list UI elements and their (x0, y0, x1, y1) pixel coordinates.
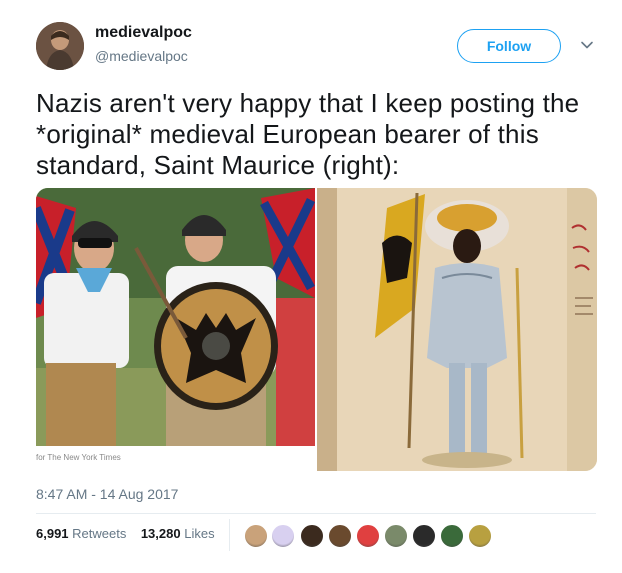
liker-avatar[interactable] (384, 524, 408, 548)
divider-top (36, 513, 596, 514)
author-avatar[interactable] (36, 22, 84, 70)
liker-avatar[interactable] (328, 524, 352, 548)
liker-avatar[interactable] (300, 524, 324, 548)
painting-saint-maurice-icon[interactable] (317, 188, 597, 471)
tweet-media: for The New York Times (36, 188, 597, 471)
liker-avatar[interactable] (412, 524, 436, 548)
media-caption: for The New York Times (36, 453, 121, 462)
photo-protesters-icon (36, 188, 315, 446)
liker-avatar[interactable] (468, 524, 492, 548)
media-left-panel[interactable]: for The New York Times (36, 188, 315, 471)
likes-count[interactable]: 13,280 (141, 526, 181, 541)
tweet-stats: 6,991 Retweets 13,280 Likes (36, 526, 215, 541)
retweets-label[interactable]: Retweets (72, 526, 126, 541)
tweet-timestamp[interactable]: 8:47 AM - 14 Aug 2017 (36, 486, 178, 502)
follow-button[interactable]: Follow (457, 29, 561, 63)
author-display-name[interactable]: medievalpoc (95, 24, 192, 42)
likes-label[interactable]: Likes (184, 526, 214, 541)
retweets-count[interactable]: 6,991 (36, 526, 69, 541)
liker-avatar[interactable] (244, 524, 268, 548)
liker-avatar[interactable] (440, 524, 464, 548)
tweet-text: Nazis aren't very happy that I keep post… (36, 88, 580, 180)
author-handle[interactable]: @medievalpoc (95, 48, 188, 64)
chevron-down-icon[interactable] (580, 38, 594, 52)
liker-avatar[interactable] (356, 524, 380, 548)
stats-separator (229, 519, 230, 551)
portrait-avatar-icon (36, 22, 84, 70)
tweet-card: medievalpoc @medievalpoc Follow Nazis ar… (0, 0, 622, 573)
liker-avatar[interactable] (271, 524, 295, 548)
